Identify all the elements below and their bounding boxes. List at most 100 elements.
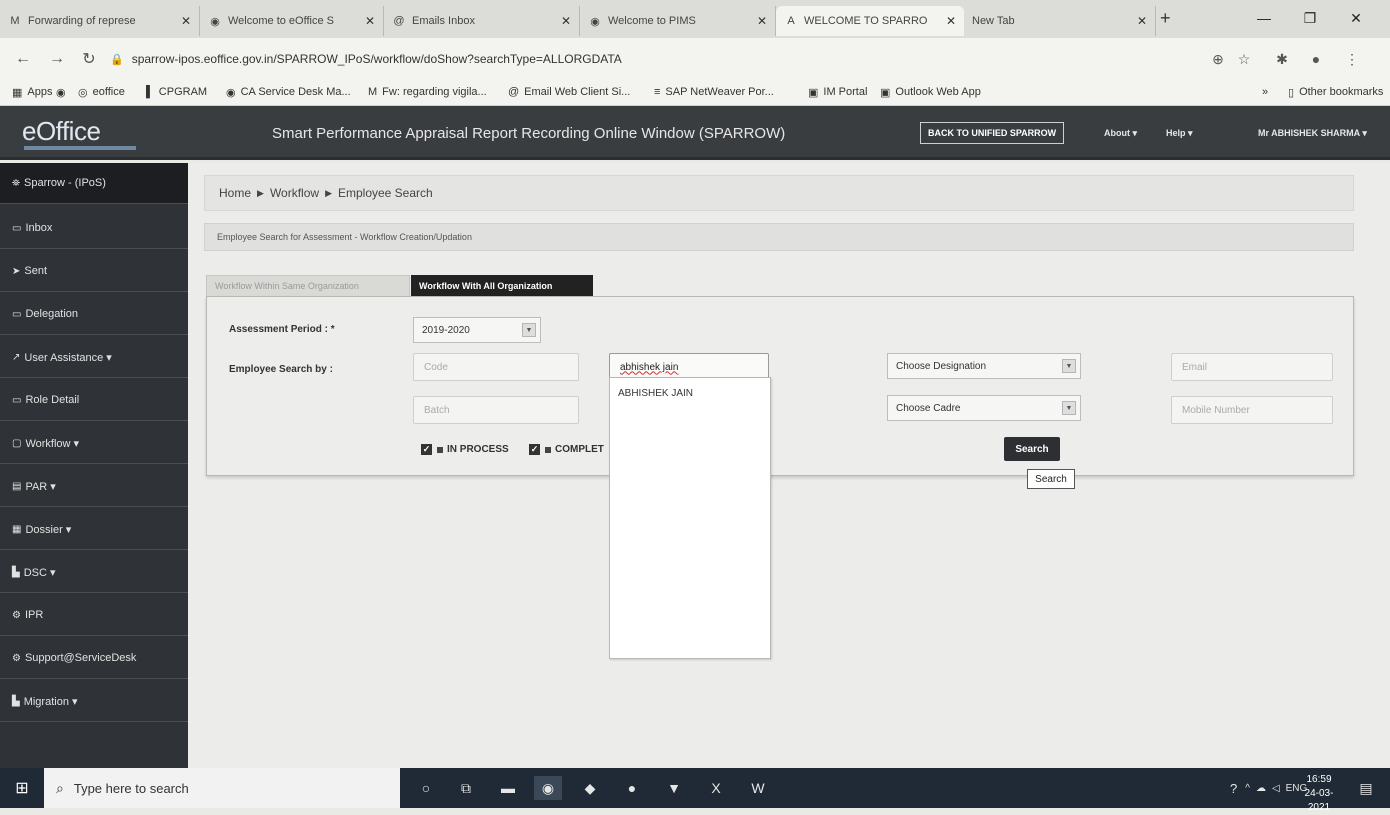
designation-select-value: Choose Designation: [896, 360, 987, 372]
more-bookmarks-button[interactable]: »: [1262, 83, 1268, 101]
taskbar-search-box[interactable]: ⌕ Type here to search: [44, 768, 400, 808]
sidebar-item-sparrow-ipos[interactable]: ⛯ Sparrow - (IPoS): [0, 163, 188, 204]
browser-tab-emails[interactable]: @ Emails Inbox ✕: [384, 6, 580, 36]
back-to-unified-sparrow-button[interactable]: BACK TO UNIFIED SPARROW: [920, 122, 1065, 144]
mobile-number-input[interactable]: Mobile Number: [1171, 396, 1333, 424]
bookmark-sap-netweaver[interactable]: ≡ SAP NetWeaver Por...: [654, 83, 774, 101]
code-input[interactable]: Code: [413, 353, 579, 381]
star-icon[interactable]: ☆: [1232, 47, 1256, 71]
app-title: Smart Performance Appraisal Report Recor…: [272, 125, 786, 142]
minimize-icon[interactable]: —: [1244, 6, 1284, 30]
close-icon[interactable]: ✕: [365, 14, 375, 28]
batch-input[interactable]: Batch: [413, 396, 579, 424]
cpgram-icon: ▌: [146, 86, 154, 98]
user-menu[interactable]: Mr ABHISHEK SHARMA ▾: [1258, 128, 1367, 139]
restore-icon[interactable]: ❐: [1290, 6, 1330, 30]
breadcrumb-workflow[interactable]: Workflow: [270, 186, 319, 200]
browser-tab-pims[interactable]: ◉ Welcome to PIMS ✕: [580, 6, 776, 36]
bookmark-im-portal[interactable]: ▣ IM Portal: [808, 83, 867, 101]
windows-start-icon[interactable]: ⊞: [0, 768, 44, 808]
bookmark-globe[interactable]: ◉: [56, 83, 71, 101]
sidebar-item-dsc[interactable]: ▙ DSC ▾: [0, 552, 188, 593]
close-icon[interactable]: ✕: [561, 14, 571, 28]
extensions-icon[interactable]: ✱: [1270, 47, 1294, 71]
in-process-checkbox[interactable]: ✓ IN PROCESS: [421, 444, 509, 455]
chevron-up-icon[interactable]: ^: [1245, 783, 1250, 794]
app-icon[interactable]: ◆: [576, 776, 604, 800]
breadcrumb-home[interactable]: Home: [219, 186, 251, 200]
send-icon: ➤: [12, 265, 21, 277]
address-bar[interactable]: 🔒 sparrow-ipos.eoffice.gov.in/SPARROW_IP…: [110, 48, 1190, 70]
close-icon[interactable]: ✕: [181, 14, 191, 28]
eoffice-logo[interactable]: eOffice: [22, 116, 101, 147]
search-tooltip: Search: [1027, 469, 1075, 489]
gear-icon: ⚙: [12, 652, 21, 664]
task-view-icon[interactable]: ⧉: [452, 776, 480, 800]
browser-tab-eoffice[interactable]: ◉ Welcome to eOffice S ✕: [200, 6, 384, 36]
app-icon[interactable]: ▼: [660, 776, 688, 800]
close-icon[interactable]: ✕: [1137, 14, 1147, 28]
sidebar-item-ipr[interactable]: ⚙ IPR: [0, 595, 188, 636]
tab-all-organization[interactable]: Workflow With All Organization: [411, 275, 593, 297]
bookmark-outlook[interactable]: ▣ Outlook Web App: [880, 83, 981, 101]
cadre-select[interactable]: Choose Cadre ▼: [887, 395, 1081, 421]
close-icon[interactable]: ✕: [757, 14, 767, 28]
forward-arrow-icon[interactable]: →: [46, 48, 68, 70]
suggestion-item[interactable]: ABHISHEK JAIN: [618, 388, 693, 399]
window-close-icon[interactable]: ✕: [1336, 6, 1376, 30]
zoom-icon[interactable]: ⊕: [1206, 47, 1230, 71]
browser-tab-forwarding[interactable]: M Forwarding of represe ✕: [0, 6, 200, 36]
sidebar-item-par[interactable]: ▤ PAR ▾: [0, 466, 188, 507]
clock[interactable]: 16:59 24-03-2021: [1296, 773, 1342, 815]
help-menu[interactable]: Help ▾: [1166, 128, 1193, 139]
sidebar-item-delegation[interactable]: ▭ Delegation: [0, 294, 188, 335]
sidebar-item-user-assistance[interactable]: ↗ User Assistance ▾: [0, 337, 188, 378]
cortana-icon[interactable]: ○: [412, 776, 440, 800]
sidebar: ⛯ Sparrow - (IPoS) ▭ Inbox ➤ Sent ▭ Delegati…: [0, 163, 188, 768]
app-header: eOffice Smart Performance Appraisal Repo…: [0, 106, 1390, 160]
sidebar-item-migration[interactable]: ▙ Migration ▾: [0, 681, 188, 722]
help-icon[interactable]: ?: [1230, 781, 1237, 796]
volume-icon[interactable]: ◁: [1272, 783, 1280, 794]
tab-label: Emails Inbox: [412, 15, 475, 27]
sidebar-item-sent[interactable]: ➤ Sent: [0, 251, 188, 292]
browser-tab-new[interactable]: New Tab ✕: [964, 6, 1156, 36]
sidebar-item-role-detail[interactable]: ▭ Role Detail: [0, 380, 188, 421]
bookmark-eoffice[interactable]: ◎ eoffice: [78, 83, 125, 101]
sidebar-item-dossier[interactable]: ▦ Dossier ▾: [0, 509, 188, 550]
chrome-icon[interactable]: ◉: [534, 776, 562, 800]
back-arrow-icon[interactable]: ←: [12, 48, 34, 70]
menu-dots-icon[interactable]: ⋮: [1340, 47, 1364, 71]
browser-tab-sparrow[interactable]: A WELCOME TO SPARRO ✕: [776, 6, 964, 36]
word-icon[interactable]: W: [744, 776, 772, 800]
excel-icon[interactable]: X: [702, 776, 730, 800]
status-square-icon: [545, 446, 551, 453]
new-tab-button[interactable]: +: [1160, 8, 1171, 29]
completed-checkbox[interactable]: ✓ COMPLET: [529, 444, 604, 455]
reload-icon[interactable]: ↻: [78, 48, 100, 70]
bookmark-email-web-client[interactable]: @ Email Web Client Si...: [508, 83, 630, 101]
notification-icon[interactable]: ▤: [1352, 776, 1380, 800]
search-button[interactable]: Search: [1004, 437, 1060, 461]
sidebar-item-support[interactable]: ⚙ Support@ServiceDesk: [0, 638, 188, 679]
file-icon: ▙: [12, 566, 20, 578]
close-icon[interactable]: ✕: [946, 14, 956, 28]
bookmark-fw-vigilance[interactable]: M Fw: regarding vigila...: [368, 83, 487, 101]
app-icon[interactable]: ●: [618, 776, 646, 800]
designation-select[interactable]: Choose Designation ▼: [887, 353, 1081, 379]
bookmark-apps[interactable]: ▦ Apps: [12, 83, 52, 101]
network-icon[interactable]: ☁: [1256, 783, 1266, 794]
clock-date: 24-03-2021: [1304, 788, 1334, 813]
tab-same-organization[interactable]: Workflow Within Same Organization: [206, 275, 410, 297]
about-menu[interactable]: About ▾: [1104, 128, 1137, 139]
bookmark-ca-service-desk[interactable]: ◉ CA Service Desk Ma...: [226, 83, 351, 101]
sidebar-item-workflow[interactable]: ▢ Workflow ▾: [0, 423, 188, 464]
email-input[interactable]: Email: [1171, 353, 1333, 381]
bookmark-cpgram[interactable]: ▌ CPGRAM: [146, 83, 207, 101]
other-bookmarks[interactable]: ▯ Other bookmarks: [1288, 83, 1383, 101]
bookmark-label: IM Portal: [823, 86, 868, 98]
sidebar-item-inbox[interactable]: ▭ Inbox: [0, 208, 188, 249]
file-explorer-icon[interactable]: ▬: [494, 776, 522, 800]
profile-avatar-icon[interactable]: ●: [1304, 47, 1328, 71]
assessment-period-select[interactable]: 2019-2020 ▼: [413, 317, 541, 343]
